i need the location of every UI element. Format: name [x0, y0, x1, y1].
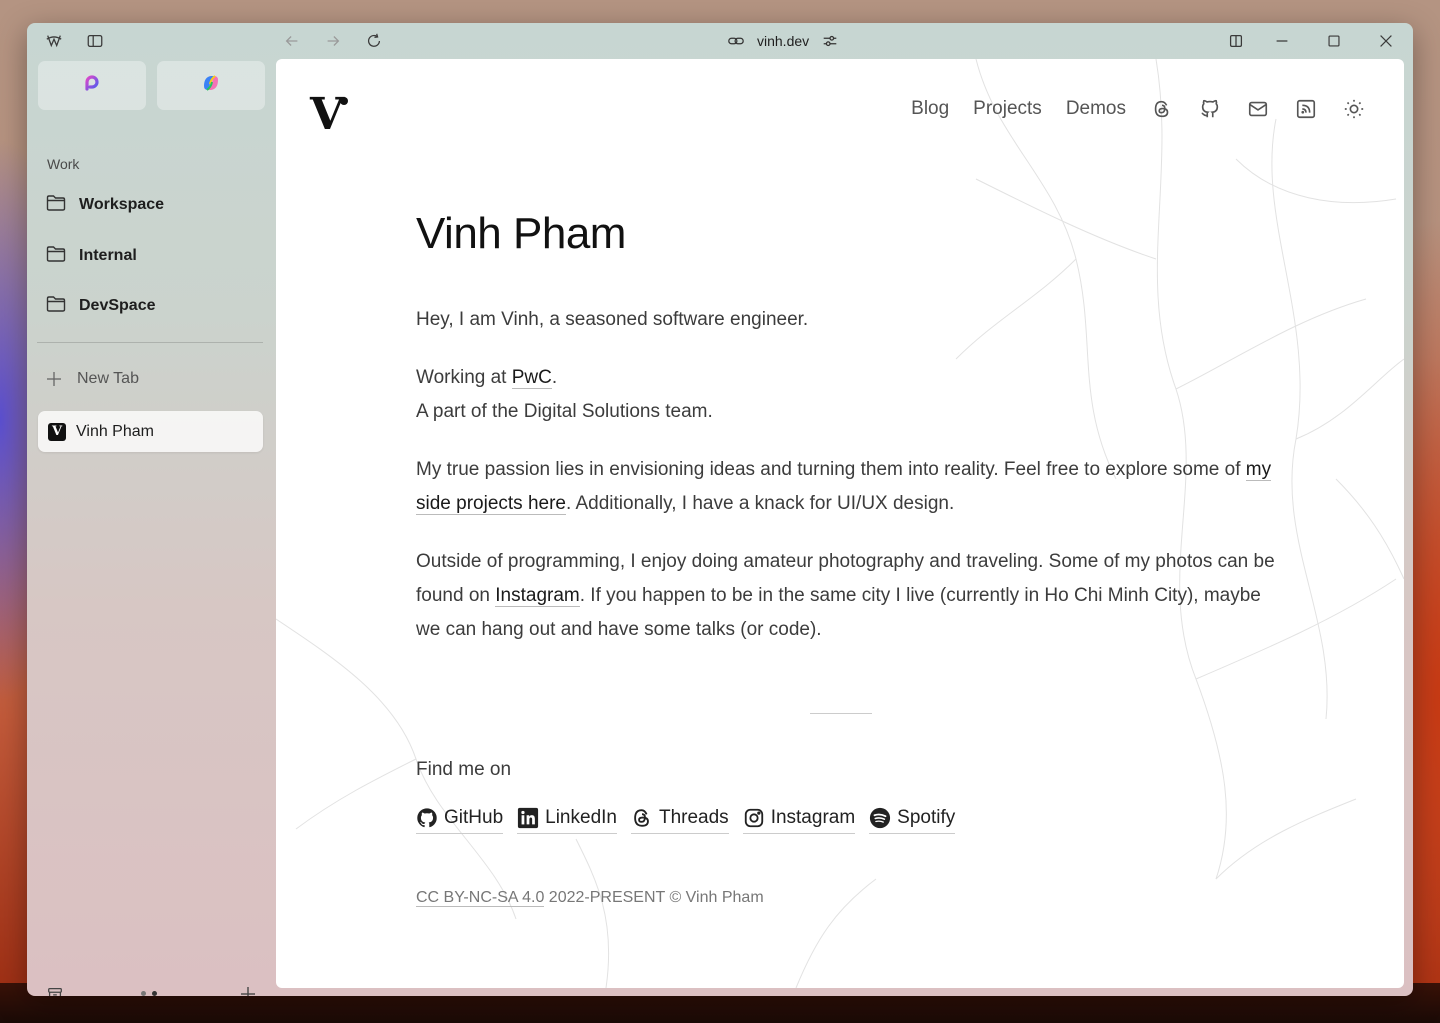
section-divider	[810, 713, 872, 714]
folder-internal[interactable]: Internal	[37, 235, 263, 277]
social-label: Instagram	[770, 807, 856, 828]
back-arrow-icon[interactable]	[282, 31, 302, 51]
folder-devspace[interactable]: DevSpace	[37, 285, 263, 327]
work-prefix: Working at	[416, 367, 512, 388]
social-link-linkedin[interactable]: LinkedIn	[517, 807, 617, 834]
space-dot-active[interactable]	[152, 991, 157, 996]
new-tab-button[interactable]: New Tab	[45, 370, 139, 388]
plus-icon	[45, 370, 63, 388]
linkedin-icon	[517, 807, 539, 829]
site-logo-dot	[340, 97, 348, 105]
intro-paragraph: Hey, I am Vinh, a seasoned software engi…	[416, 303, 1276, 337]
tab-vinh-pham[interactable]: V Vinh Pham	[38, 411, 263, 452]
pinned-app-copilot[interactable]	[157, 61, 265, 110]
team-text: A part of the Digital Solutions team.	[416, 401, 713, 422]
passion-text-b: . Additionally, I have a knack for UI/UX…	[565, 493, 955, 514]
url-text: vinh.dev	[757, 33, 810, 49]
threads-icon	[631, 807, 653, 829]
folder-icon	[45, 243, 67, 270]
find-me-heading: Find me on	[416, 759, 512, 780]
social-link-github[interactable]: GitHub	[416, 807, 504, 834]
rss-icon[interactable]	[1294, 97, 1318, 121]
work-paragraph: Working at PwC. A part of the Digital So…	[416, 361, 1276, 429]
browser-menu-icon[interactable]	[44, 31, 64, 51]
space-dot[interactable]	[141, 991, 146, 996]
mail-icon[interactable]	[1246, 97, 1270, 121]
social-label: Threads	[658, 807, 729, 828]
browser-window: vinh.dev Work Workspace Internal DevSpac…	[27, 23, 1413, 996]
minimize-icon[interactable]	[1272, 31, 1292, 51]
spotify-icon	[869, 807, 891, 829]
social-link-spotify[interactable]: Spotify	[869, 807, 956, 834]
nav-blog-link[interactable]: Blog	[911, 98, 949, 120]
social-label: GitHub	[444, 807, 504, 828]
reload-icon[interactable]	[364, 31, 384, 51]
page-title: Vinh Pham	[416, 209, 626, 258]
social-link-threads[interactable]: Threads	[630, 807, 729, 834]
site-footer: CC BY-NC-SA 4.0 2022-PRESENT © Vinh Pham	[416, 889, 764, 907]
intro-text: Hey, I am Vinh, a seasoned software engi…	[416, 309, 809, 330]
address-bar[interactable]: vinh.dev	[727, 29, 839, 53]
new-tab-label: New Tab	[77, 370, 139, 387]
close-icon[interactable]	[1376, 31, 1396, 51]
work-suffix: .	[551, 367, 558, 388]
folder-icon	[45, 192, 67, 219]
passion-text-a: My true passion lies in envisioning idea…	[416, 459, 1246, 480]
title-bar: vinh.dev	[27, 23, 1413, 59]
site-logo[interactable]: V	[310, 93, 344, 137]
split-view-icon[interactable]	[1226, 31, 1246, 51]
nav-projects-link[interactable]: Projects	[973, 98, 1042, 120]
article: Vinh Pham Hey, I am Vinh, a seasoned sof…	[416, 209, 1276, 671]
link-icon	[727, 32, 745, 50]
passion-paragraph: My true passion lies in envisioning idea…	[416, 453, 1276, 521]
sidebar-divider	[37, 342, 263, 343]
instagram-inline-link[interactable]: Instagram	[495, 585, 580, 607]
site-settings-icon[interactable]	[821, 32, 839, 50]
social-link-instagram[interactable]: Instagram	[742, 807, 856, 834]
site-nav: Blog Projects Demos	[911, 97, 1366, 121]
outside-paragraph: Outside of programming, I enjoy doing am…	[416, 545, 1276, 647]
add-space-icon[interactable]	[238, 984, 258, 996]
folder-label: DevSpace	[79, 297, 156, 314]
social-label: LinkedIn	[545, 807, 617, 828]
license-link[interactable]: CC BY-NC-SA 4.0	[416, 889, 545, 907]
web-content: V Blog Projects Demos Vinh Pham Hey, I a…	[276, 59, 1404, 988]
tab-label: Vinh Pham	[76, 422, 154, 440]
folder-icon	[45, 293, 67, 320]
social-links: GitHub LinkedIn Threads Instagram Spotif…	[416, 807, 956, 834]
folder-label: Workspace	[79, 196, 165, 213]
arc-logo-icon	[82, 73, 102, 98]
forward-arrow-icon[interactable]	[323, 31, 343, 51]
github-icon	[416, 807, 438, 829]
folder-workspace[interactable]: Workspace	[37, 184, 263, 226]
threads-icon[interactable]	[1150, 97, 1174, 121]
space-label: Work	[47, 156, 80, 172]
theme-toggle-sun-icon[interactable]	[1342, 97, 1366, 121]
archive-icon[interactable]	[45, 984, 65, 996]
github-icon[interactable]	[1198, 97, 1222, 121]
space-switcher[interactable]	[141, 991, 157, 996]
sidebar: Work Workspace Internal DevSpace New Tab…	[27, 59, 276, 996]
pinned-app-arc[interactable]	[38, 61, 146, 110]
folder-label: Internal	[79, 247, 137, 264]
instagram-icon	[743, 807, 765, 829]
site-favicon-icon: V	[48, 422, 66, 441]
maximize-icon[interactable]	[1324, 31, 1344, 51]
social-label: Spotify	[897, 807, 956, 828]
pwc-link[interactable]: PwC	[511, 367, 552, 389]
sidebar-toggle-icon[interactable]	[85, 31, 105, 51]
nav-demos-link[interactable]: Demos	[1066, 98, 1126, 120]
copyright-text: 2022-PRESENT © Vinh Pham	[544, 889, 764, 906]
copilot-logo-icon	[200, 72, 222, 99]
